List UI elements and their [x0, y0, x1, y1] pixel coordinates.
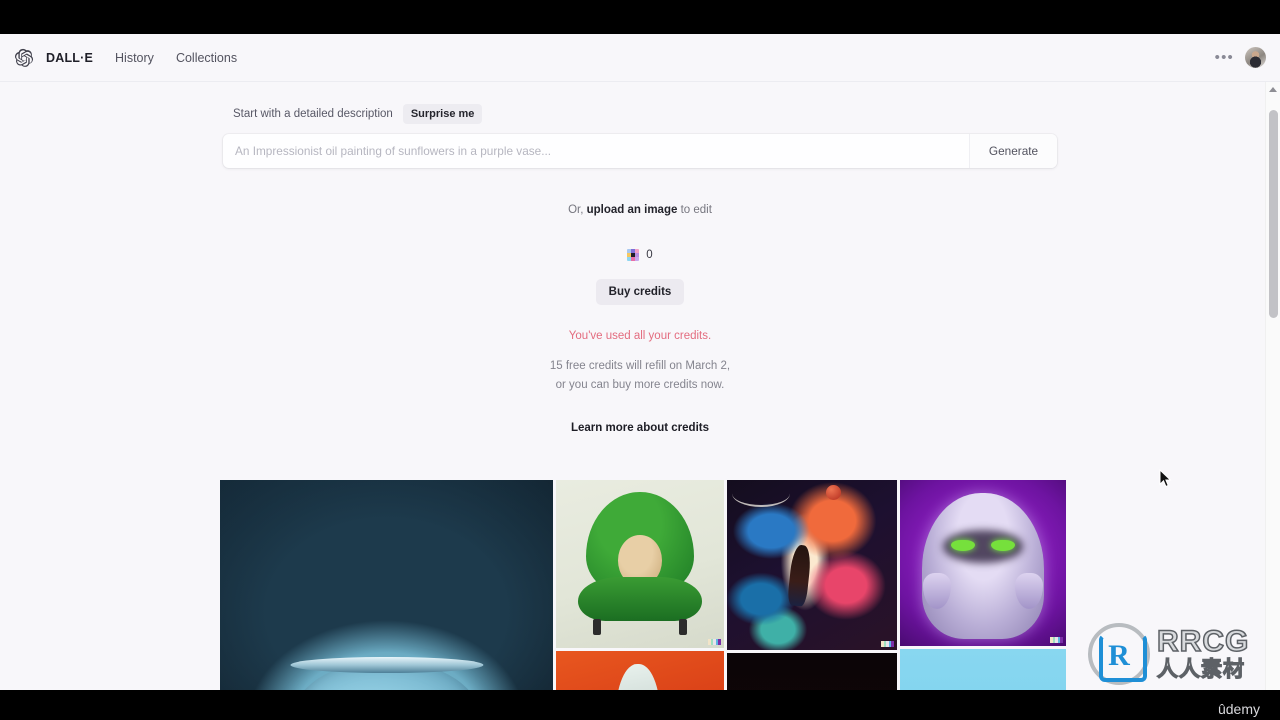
dalle-signature-icon: [1050, 637, 1063, 643]
upload-suffix: to edit: [677, 204, 712, 216]
upload-hint: Or, upload an image to edit: [223, 204, 1057, 216]
prompt-input[interactable]: [223, 134, 969, 168]
gallery-column-1: [220, 480, 553, 690]
vertical-scrollbar[interactable]: [1265, 82, 1280, 690]
tile-cyan-sky[interactable]: [900, 649, 1066, 690]
avatar[interactable]: [1245, 47, 1266, 68]
credits-count: 0: [646, 249, 653, 261]
rrcg-watermark-en: RRCG: [1156, 625, 1250, 658]
tile-dark-crimson[interactable]: [727, 653, 897, 690]
gallery-column-4: [900, 480, 1066, 690]
refill-line-2: or you can buy more credits now.: [555, 379, 725, 391]
scroll-up-arrow-icon[interactable]: [1269, 87, 1277, 92]
refill-line-1: 15 free credits will refill on March 2,: [549, 360, 731, 372]
nav-history[interactable]: History: [115, 51, 154, 65]
credits-row: 0: [223, 249, 1057, 261]
openai-logo-icon[interactable]: [14, 48, 34, 68]
credits-refill-info: 15 free credits will refill on March 2, …: [223, 357, 1057, 395]
main-content: Start with a detailed description Surpri…: [0, 82, 1280, 690]
center-column: Start with a detailed description Surpri…: [223, 82, 1057, 434]
upload-image-link[interactable]: upload an image: [587, 204, 678, 216]
brand-title: DALL·E: [46, 50, 94, 65]
app-header: DALL·E History Collections •••: [0, 34, 1280, 82]
upload-prefix: Or,: [568, 204, 587, 216]
prompt-label-row: Start with a detailed description Surpri…: [223, 104, 1057, 124]
tile-fluffy-monster[interactable]: [900, 480, 1066, 646]
gallery-column-2: [556, 480, 724, 690]
generate-button[interactable]: Generate: [969, 134, 1057, 168]
surprise-me-button[interactable]: Surprise me: [402, 104, 483, 124]
image-gallery: [220, 480, 1066, 690]
dalle-signature-icon: [708, 639, 721, 645]
dalle-signature-icon: [881, 641, 894, 647]
credits-chip-icon: [627, 249, 640, 261]
credits-exhausted-message: You've used all your credits.: [568, 330, 712, 342]
rrcg-logo-icon: [1088, 622, 1150, 685]
letterbox-bottom: [0, 690, 1280, 720]
tile-avocado-chair[interactable]: [556, 480, 724, 648]
buy-credits-button[interactable]: Buy credits: [595, 279, 685, 305]
letterbox-top: [0, 0, 1280, 34]
screen: DALL·E History Collections ••• Start wit…: [0, 0, 1280, 720]
tile-cosmic-painting[interactable]: [727, 480, 897, 650]
prompt-label: Start with a detailed description: [233, 108, 393, 120]
gallery-column-3: [727, 480, 897, 690]
rrcg-watermark: RRCG 人人素材: [1080, 617, 1280, 690]
prompt-bar: Generate: [223, 134, 1057, 168]
nav-collections[interactable]: Collections: [176, 51, 237, 65]
tile-fish-in-bowl[interactable]: [220, 480, 553, 690]
rrcg-watermark-cn: 人人素材: [1156, 657, 1245, 681]
udemy-watermark: ûdemy: [1217, 701, 1260, 717]
scrollbar-thumb[interactable]: [1269, 110, 1278, 318]
overflow-menu-icon[interactable]: •••: [1215, 50, 1234, 65]
browser-page: DALL·E History Collections ••• Start wit…: [0, 34, 1280, 690]
tile-robot-painting[interactable]: [556, 651, 724, 690]
rrcg-text: RRCG 人人素材: [1156, 625, 1250, 681]
learn-more-link[interactable]: Learn more about credits: [223, 422, 1057, 434]
header-right-group: •••: [1215, 47, 1266, 68]
